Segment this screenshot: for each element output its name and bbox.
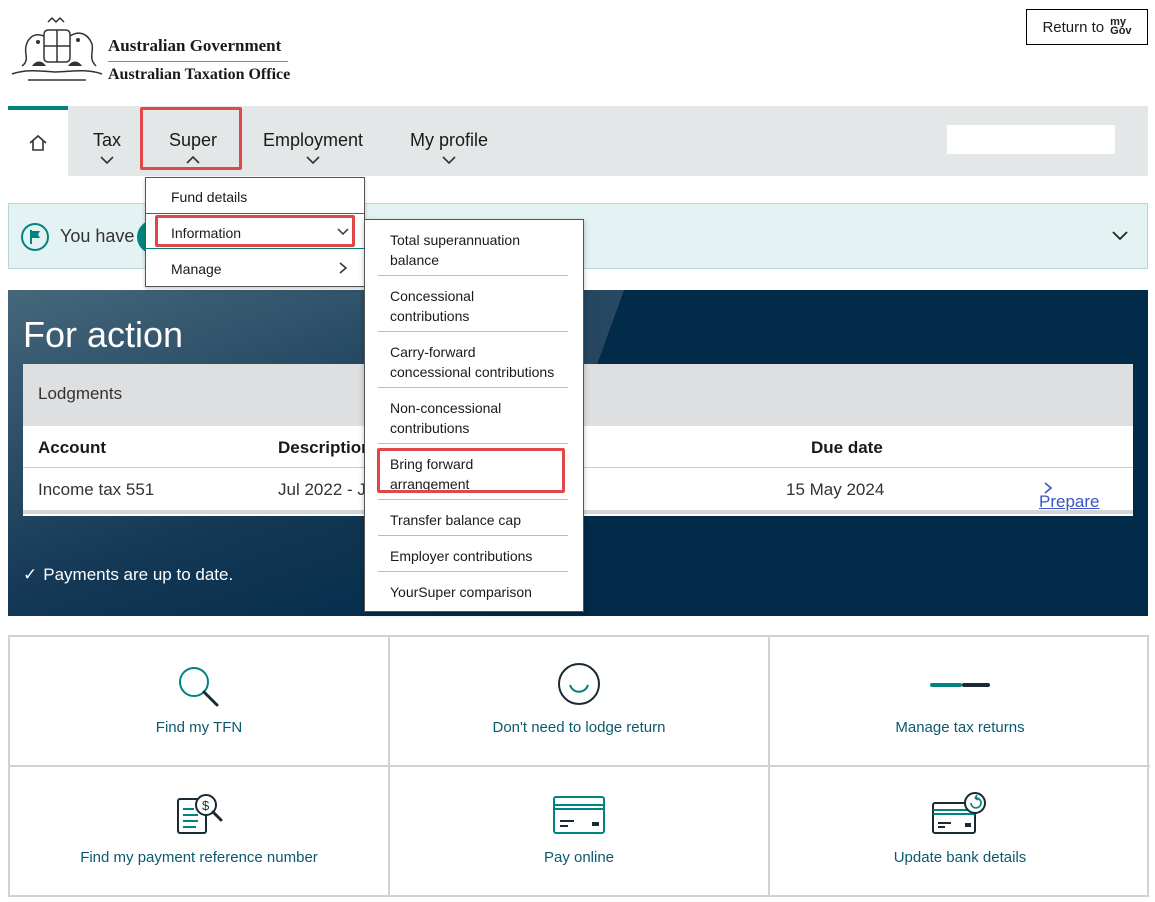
agency-name: Australian Taxation Office <box>108 66 291 83</box>
svg-text:$: $ <box>202 798 210 813</box>
nav-tax[interactable]: Tax <box>92 130 122 165</box>
column-description: Description <box>278 438 372 457</box>
row-description: Jul 2022 - J <box>278 480 366 499</box>
gov-name: Australian Government <box>108 36 288 62</box>
menu-item-label: YourSuper comparison <box>390 584 532 600</box>
chevron-up-icon <box>186 155 200 164</box>
tile-find-my-tfn[interactable]: Find my TFN <box>10 637 390 767</box>
quick-links-grid: Find my TFN Don't need to lodge return M… <box>8 635 1150 897</box>
menu-item-label: Transfer balance cap <box>390 512 521 528</box>
row-due-date: 15 May 2024 <box>786 480 885 499</box>
home-tab[interactable] <box>8 106 68 176</box>
menu-item-total-super-balance[interactable]: Total superannuation balance <box>378 230 568 276</box>
progress-line-icon <box>930 683 990 687</box>
tile-label: Pay online <box>543 849 615 866</box>
tile-manage-tax-returns[interactable]: Manage tax returns <box>770 637 1150 767</box>
tile-pay-online[interactable]: Pay online <box>390 767 770 897</box>
menu-item-label: Total superannuation balance <box>390 232 520 268</box>
menu-item-employer-contributions[interactable]: Employer contributions <box>378 546 568 572</box>
nav-super-label: Super <box>168 130 218 150</box>
home-icon <box>29 134 47 151</box>
prepare-label: Prepare <box>1039 492 1100 511</box>
menu-item-bring-forward[interactable]: Bring forward arrangement <box>378 454 568 500</box>
prepare-link[interactable]: Prepare <box>1039 480 1099 511</box>
card-refresh-icon <box>932 792 986 834</box>
chevron-right-icon <box>339 262 348 274</box>
tile-label: Manage tax returns <box>895 719 1025 736</box>
menu-item-information[interactable]: Information <box>146 213 364 249</box>
tile-update-bank-details[interactable]: Update bank details <box>770 767 1150 897</box>
chevron-down-icon <box>337 228 349 236</box>
check-icon: ✓ <box>23 565 38 584</box>
row-account: Income tax 551 <box>38 480 155 499</box>
menu-item-label: Carry-forward concessional contributions <box>390 344 555 380</box>
menu-item-label: Bring forward arrangement <box>390 456 474 492</box>
column-account: Account <box>38 438 106 457</box>
chevron-down-icon <box>442 156 456 165</box>
nav-tax-label: Tax <box>92 130 121 150</box>
menu-item-label: Concessional contributions <box>390 288 475 324</box>
flag-icon <box>21 223 49 251</box>
menu-item-label: Employer contributions <box>390 548 533 564</box>
menu-item-transfer-balance-cap[interactable]: Transfer balance cap <box>378 510 568 536</box>
information-submenu: Total superannuation balance Concessiona… <box>364 219 584 612</box>
magnifier-icon <box>179 667 219 707</box>
nav-employment[interactable]: Employment <box>263 130 363 165</box>
tile-find-payment-reference[interactable]: $ Find my payment reference number <box>10 767 390 897</box>
menu-item-label: Fund details <box>171 189 248 205</box>
tile-dont-need-to-lodge[interactable]: Don't need to lodge return <box>390 637 770 767</box>
for-action-title: For action <box>23 314 184 355</box>
menu-item-label: Information <box>171 225 242 241</box>
tile-label: Don't need to lodge return <box>492 719 666 736</box>
smiley-icon <box>558 663 600 705</box>
coat-of-arms-icon <box>11 16 103 81</box>
government-logo[interactable]: Australian Government Australian Taxatio… <box>8 16 298 88</box>
menu-item-fund-details[interactable]: Fund details <box>146 178 364 214</box>
menu-item-yoursuper-comparison[interactable]: YourSuper comparison <box>378 582 568 606</box>
menu-item-concessional[interactable]: Concessional contributions <box>378 286 568 332</box>
tile-label: Update bank details <box>893 849 1027 866</box>
chevron-down-icon <box>100 156 114 165</box>
credit-card-icon <box>553 796 605 834</box>
menu-item-label: Manage <box>171 261 222 277</box>
menu-item-non-concessional[interactable]: Non-concessional contributions <box>378 398 568 444</box>
return-to-mygov-button[interactable]: Return to my Gov <box>1026 9 1148 45</box>
main-nav: Tax Super Employment My profile <box>8 106 1148 176</box>
mygov-logo: my Gov <box>1110 16 1132 37</box>
chevron-down-icon <box>1112 231 1128 241</box>
notice-text: You have <box>60 226 135 246</box>
nav-employment-label: Employment <box>263 130 364 150</box>
ato-online-services-page: Australian Government Australian Taxatio… <box>0 0 1155 902</box>
nav-my-profile-label: My profile <box>409 130 489 150</box>
return-label: Return to <box>1042 18 1105 36</box>
payments-status-text: Payments are up to date. <box>43 565 234 584</box>
nav-super[interactable]: Super <box>168 130 218 165</box>
document-search-icon: $ <box>177 794 223 834</box>
menu-item-manage[interactable]: Manage <box>146 250 364 286</box>
payments-status: ✓ Payments are up to date. <box>23 565 233 585</box>
menu-item-carry-forward[interactable]: Carry-forward concessional contributions <box>378 342 568 388</box>
column-due-date: Due date <box>811 438 883 457</box>
tile-label: Find my TFN <box>155 719 243 736</box>
search-input[interactable] <box>947 125 1115 154</box>
tile-label: Find my payment reference number <box>80 849 318 866</box>
chevron-down-icon <box>306 156 320 165</box>
super-dropdown-menu: Fund details Information Manage <box>145 177 365 287</box>
menu-item-label: Non-concessional contributions <box>390 400 502 436</box>
nav-my-profile[interactable]: My profile <box>409 130 489 165</box>
